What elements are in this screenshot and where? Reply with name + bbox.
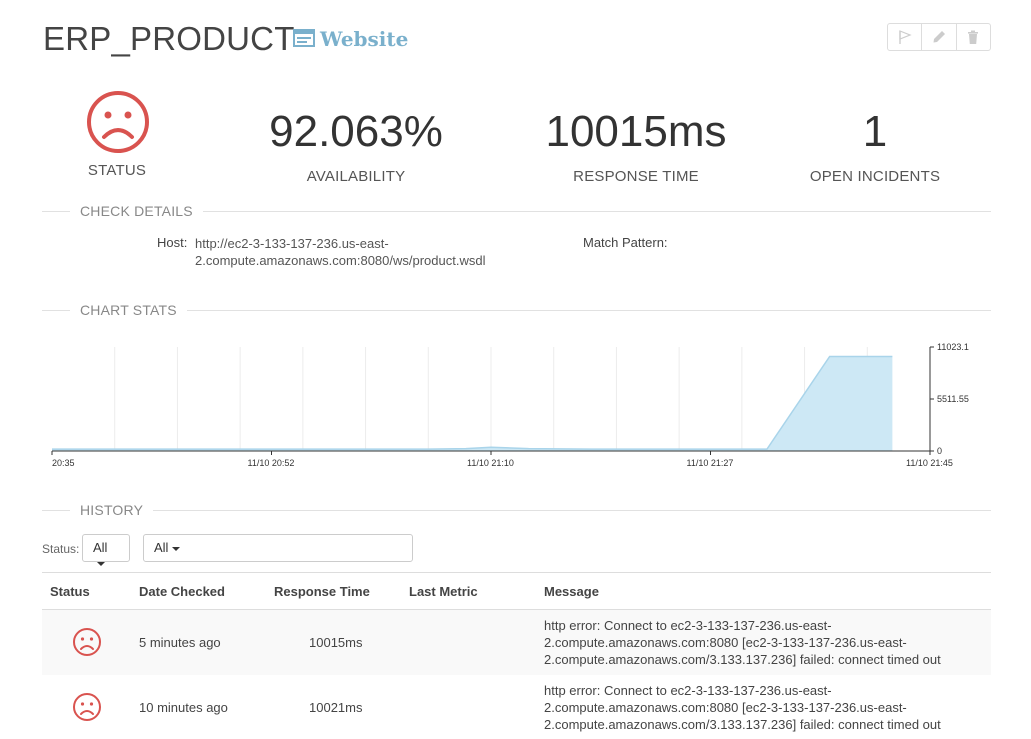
host-value-line1: http://ec2-3-133-137-236.us-east- <box>195 236 389 251</box>
y-tick-label: 0 <box>937 446 942 456</box>
match-pattern-key: Match Pattern: <box>583 235 668 250</box>
availability-label: AVAILABILITY <box>306 168 406 185</box>
caret-down-icon <box>172 546 181 551</box>
host-value: http://ec2-3-133-137-236.us-east- 2.comp… <box>195 235 485 269</box>
check-type-label: Website <box>320 27 409 51</box>
status-filter-select[interactable]: All <box>82 534 130 566</box>
host-key: Host: <box>157 235 188 250</box>
check-details-divider: CHECK DETAILS <box>42 203 991 219</box>
status-filter-value: All <box>93 540 108 555</box>
status-filter-label: Status: <box>42 542 80 556</box>
message-line: 2.compute.amazonaws.com/3.133.137.236] f… <box>544 716 941 732</box>
response-time-value: 10015ms <box>545 107 727 156</box>
sad-face-icon <box>87 91 149 153</box>
pencil-icon <box>933 31 945 43</box>
x-tick-label: 11/10 21:45 <box>906 458 953 468</box>
check-details-heading: CHECK DETAILS <box>70 203 203 219</box>
table-row[interactable]: 5 minutes ago 10015ms http error: Connec… <box>42 609 991 675</box>
flag-icon <box>898 30 912 44</box>
open-incidents-label: OPEN INCIDENTS <box>809 168 941 185</box>
message-line: http error: Connect to ec2-3-133-137-236… <box>544 682 832 698</box>
message-line: 2.compute.amazonaws.com:8080 [ec2-3-133-… <box>544 699 907 715</box>
title-divider <box>282 30 283 50</box>
date-checked-cell: 5 minutes ago <box>131 609 266 675</box>
history-table: Status Date Checked Response Time Last M… <box>42 572 991 739</box>
x-tick-label: 11/10 21:27 <box>687 458 734 468</box>
column-header-response-time[interactable]: Response Time <box>266 572 401 610</box>
sad-face-icon <box>73 693 101 721</box>
column-header-date-checked[interactable]: Date Checked <box>131 572 266 610</box>
table-row[interactable]: 10 minutes ago 10021ms http error: Conne… <box>42 675 991 739</box>
last-metric-cell <box>401 609 536 675</box>
flag-button[interactable] <box>888 24 923 50</box>
chart-stats-divider: CHART STATS <box>42 302 991 318</box>
table-header-row: Status Date Checked Response Time Last M… <box>42 572 991 610</box>
caret-down-icon <box>97 561 105 566</box>
series-line <box>52 355 893 450</box>
message-cell: http error: Connect to ec2-3-133-137-236… <box>536 675 991 739</box>
host-value-line2: 2.compute.amazonaws.com:8080/ws/product.… <box>195 253 486 268</box>
column-header-status[interactable]: Status <box>42 572 131 610</box>
trash-icon <box>968 30 979 44</box>
series-area <box>52 356 893 451</box>
message-line: 2.compute.amazonaws.com:8080 [ec2-3-133-… <box>544 634 907 650</box>
action-button-group <box>887 23 991 51</box>
response-time-chart: 20:35 11/10 20:52 11/10 21:10 11/10 21:27 11… <box>51 342 969 468</box>
last-metric-cell <box>401 675 536 739</box>
y-tick-label: 11023.1 <box>937 342 969 352</box>
column-header-last-metric[interactable]: Last Metric <box>401 572 536 610</box>
status-cell <box>42 609 131 675</box>
message-cell: http error: Connect to ec2-3-133-137-236… <box>536 609 991 675</box>
x-tick-label: 20:35 <box>52 458 75 468</box>
delete-button[interactable] <box>957 24 990 50</box>
response-time-cell: 10021ms <box>309 699 363 715</box>
window-icon <box>293 29 315 47</box>
availability-value: 92.063% <box>269 107 443 156</box>
status-label: STATUS <box>87 162 147 179</box>
message-line: http error: Connect to ec2-3-133-137-236… <box>544 617 832 633</box>
date-checked-cell: 10 minutes ago <box>139 699 228 715</box>
second-filter-select[interactable]: All <box>143 534 413 562</box>
y-tick-label: 5511.55 <box>937 394 969 404</box>
page-title: ERP_PRODUCT <box>43 20 295 57</box>
message-line: 2.compute.amazonaws.com/3.133.137.236] f… <box>544 651 941 667</box>
response-time-label: RESPONSE TIME <box>573 168 699 185</box>
column-header-message[interactable]: Message <box>536 572 991 610</box>
x-tick-label: 11/10 20:52 <box>248 458 295 468</box>
response-time-cell: 10015ms <box>266 609 401 675</box>
edit-button[interactable] <box>922 24 957 50</box>
sad-face-icon <box>73 628 101 657</box>
history-heading: HISTORY <box>70 502 154 518</box>
status-cell <box>42 675 131 739</box>
open-incidents-value: 1 <box>862 107 888 156</box>
second-filter-value: All <box>154 540 169 555</box>
history-divider: HISTORY <box>42 502 991 518</box>
x-tick-label: 11/10 21:10 <box>467 458 514 468</box>
chart-stats-heading: CHART STATS <box>70 302 187 318</box>
